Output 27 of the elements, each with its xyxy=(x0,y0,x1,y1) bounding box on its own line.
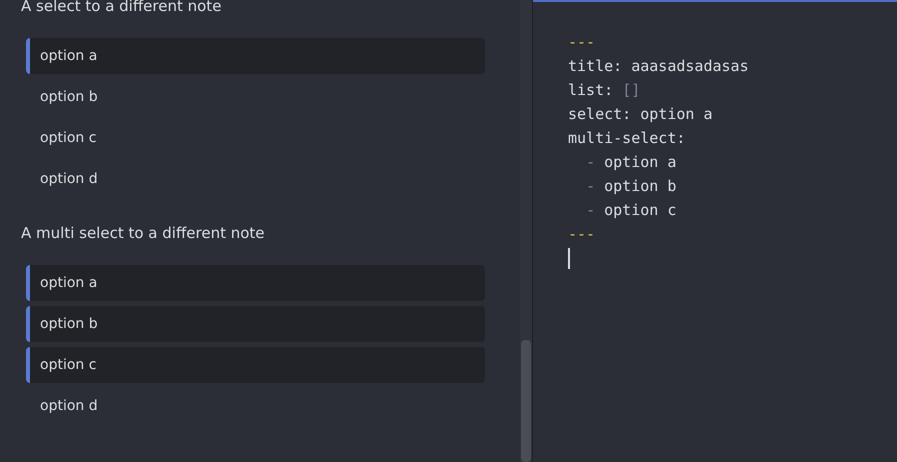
frontmatter-delimiter: --- xyxy=(568,225,596,243)
editor-panel[interactable]: --- title: aaasadsadasas list: [] select: option a multi-select: - option a - option b - option c --- xyxy=(533,0,897,462)
option-item[interactable]: option a xyxy=(26,265,485,301)
scrollbar[interactable] xyxy=(520,0,532,462)
option-item[interactable]: option b xyxy=(26,79,485,115)
yaml-key: multi-select: xyxy=(568,129,686,147)
option-item[interactable]: option c xyxy=(26,120,485,156)
list-marker: - xyxy=(586,201,596,219)
yaml-value: option b xyxy=(604,177,676,195)
option-item[interactable]: option b xyxy=(26,306,485,342)
list-marker: - xyxy=(586,153,596,171)
text-cursor xyxy=(568,248,570,269)
yaml-key: title: xyxy=(568,57,622,75)
yaml-value: [] xyxy=(622,81,640,99)
frontmatter-delimiter: --- xyxy=(568,33,596,51)
yaml-value: option a xyxy=(604,153,676,171)
yaml-value: option a xyxy=(640,105,712,123)
option-item[interactable]: option c xyxy=(26,347,485,383)
option-item[interactable]: option d xyxy=(26,161,485,197)
option-item[interactable]: option a xyxy=(26,38,485,74)
yaml-key: list: xyxy=(568,81,614,99)
yaml-value: option c xyxy=(604,201,676,219)
yaml-value: aaasadsadasas xyxy=(631,57,749,75)
section-heading: A multi select to a different note xyxy=(21,223,266,243)
yaml-key: select: xyxy=(568,105,632,123)
list-marker: - xyxy=(586,177,596,195)
option-item[interactable]: option d xyxy=(26,388,485,424)
